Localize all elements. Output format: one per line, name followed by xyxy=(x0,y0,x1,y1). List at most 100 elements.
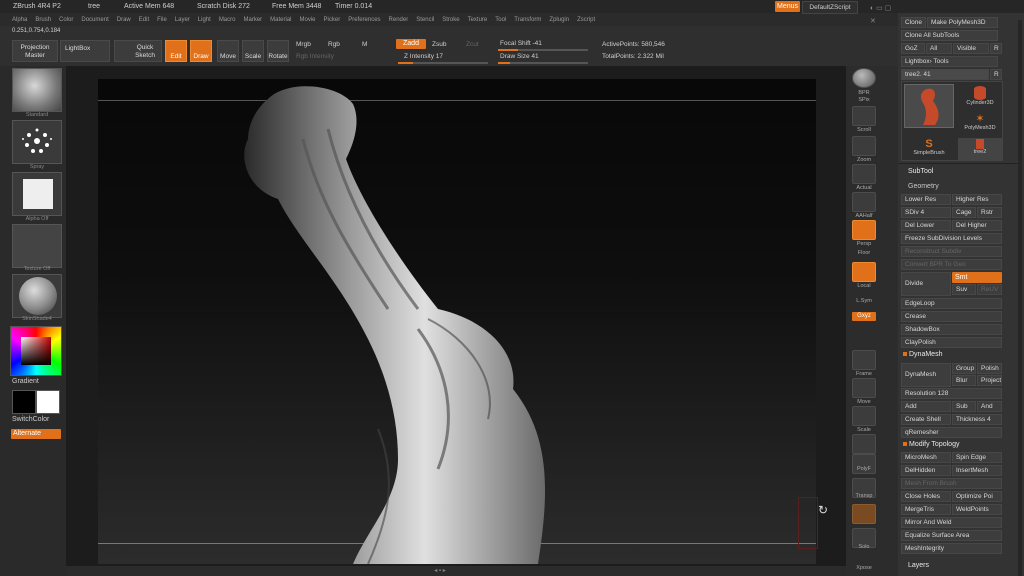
z-intensity-slider[interactable]: Z Intensity 17 xyxy=(404,53,443,60)
delhidden-button[interactable]: DelHidden xyxy=(901,465,951,476)
create-shell-button[interactable]: Create Shell xyxy=(901,414,951,425)
switch-color-button[interactable]: SwitchColor xyxy=(12,416,49,423)
stroke-thumbnail[interactable] xyxy=(12,120,62,164)
tool-item[interactable]: ✶ PolyMesh3D xyxy=(958,114,1002,136)
rgb-button[interactable]: Rgb xyxy=(328,41,340,48)
persp-button[interactable] xyxy=(852,220,876,240)
meshintegrity-button[interactable]: MeshIntegrity xyxy=(901,543,1002,554)
thickness-slider[interactable]: Thickness 4 xyxy=(952,414,1002,425)
aahalf-button[interactable] xyxy=(852,192,876,212)
menu-marker[interactable]: Marker xyxy=(243,17,262,23)
rstr-button[interactable]: Rstr xyxy=(977,207,1002,218)
reuv-button[interactable]: ReUV xyxy=(977,284,1002,295)
menu-document[interactable]: Document xyxy=(81,17,108,23)
current-tool-slider[interactable]: tree2. 41 xyxy=(901,69,989,80)
modify-topology-header[interactable]: Modify Topology xyxy=(903,441,959,448)
zsub-button[interactable]: Zsub xyxy=(432,41,446,48)
make-polymesh-button[interactable]: Make PolyMesh3D xyxy=(927,17,998,28)
menu-movie[interactable]: Movie xyxy=(300,17,316,23)
primary-color-swatch[interactable] xyxy=(12,390,36,414)
rotate-button[interactable] xyxy=(852,434,876,454)
actual-button[interactable] xyxy=(852,164,876,184)
group-toggle[interactable]: Group xyxy=(952,363,976,374)
higher-res-button[interactable]: Higher Res xyxy=(952,194,1002,205)
ghost-button[interactable] xyxy=(852,504,876,524)
focal-shift-slider[interactable]: Focal Shift -41 xyxy=(500,40,542,47)
menu-edit[interactable]: Edit xyxy=(139,17,149,23)
texture-thumbnail[interactable] xyxy=(12,224,62,268)
scale-button[interactable] xyxy=(852,406,876,426)
geometry-header[interactable]: Geometry xyxy=(908,183,939,190)
lightbox-tools-button[interactable]: Lightbox› Tools xyxy=(901,56,998,67)
edit-mode-button[interactable]: Edit xyxy=(165,40,187,62)
xpose-label[interactable]: Xpose xyxy=(846,565,882,571)
mesh-from-brush-button[interactable]: Mesh From Brush xyxy=(901,478,1002,489)
close-holes-button[interactable]: Close Holes xyxy=(901,491,951,502)
menu-macro[interactable]: Macro xyxy=(219,17,236,23)
mergetris-button[interactable]: MergeTris xyxy=(901,504,951,515)
visible-button[interactable]: Visible xyxy=(953,43,989,54)
bottom-tray-handle[interactable]: ◂ ▪ ▸ xyxy=(400,567,480,576)
smt-toggle[interactable]: Smt xyxy=(952,272,1002,283)
menu-material[interactable]: Material xyxy=(270,17,291,23)
menu-preferences[interactable]: Preferences xyxy=(348,17,380,23)
edgeloop-button[interactable]: EdgeLoop xyxy=(901,298,1002,309)
menu-alpha[interactable]: Alpha xyxy=(12,17,27,23)
alternate-button[interactable]: Alternate xyxy=(11,429,61,439)
menu-tool[interactable]: Tool xyxy=(495,17,506,23)
subtool-header[interactable]: SubTool xyxy=(908,168,933,175)
draw-size-track[interactable] xyxy=(498,62,588,64)
menu-draw[interactable]: Draw xyxy=(117,17,131,23)
secondary-color-swatch[interactable] xyxy=(36,390,60,414)
sub-button[interactable]: Sub xyxy=(952,401,976,412)
projection-master-button[interactable]: Projection Master xyxy=(12,40,58,62)
frame-button[interactable] xyxy=(852,350,876,370)
optimize-points-button[interactable]: Optimize Poi xyxy=(952,491,1002,502)
alpha-thumbnail[interactable] xyxy=(12,172,62,216)
document-canvas[interactable]: ↻ xyxy=(98,79,828,564)
local-button[interactable] xyxy=(852,262,876,282)
scale-mode-button[interactable]: Scale xyxy=(242,40,264,62)
clone-button[interactable]: Clone xyxy=(901,17,926,28)
cage-button[interactable]: Cage xyxy=(952,207,976,218)
m-button[interactable]: M xyxy=(362,41,367,48)
crease-button[interactable]: Crease xyxy=(901,311,1002,322)
reconstruct-subdiv-button[interactable]: Reconstruct Subdiv xyxy=(901,246,1002,257)
goz-button[interactable]: GoZ xyxy=(901,43,925,54)
r-button[interactable]: R xyxy=(990,43,1002,54)
menu-zplugin[interactable]: Zplugin xyxy=(549,17,569,23)
project-toggle[interactable]: Project xyxy=(977,375,1002,386)
menu-file[interactable]: File xyxy=(157,17,167,23)
and-button[interactable]: And xyxy=(977,401,1002,412)
refresh-icon[interactable]: ↻ xyxy=(818,503,828,517)
tool-item[interactable] xyxy=(904,84,954,128)
rotate-mode-button[interactable]: Rotate xyxy=(267,40,289,62)
claypolish-button[interactable]: ClayPolish xyxy=(901,337,1002,348)
mirror-and-weld-button[interactable]: Mirror And Weld xyxy=(901,517,1002,528)
qremesher-button[interactable]: qRemesher xyxy=(901,427,1002,438)
freeze-subdivision-button[interactable]: Freeze SubDivision Levels xyxy=(901,233,1002,244)
menu-stencil[interactable]: Stencil xyxy=(416,17,434,23)
all-button[interactable]: All xyxy=(926,43,952,54)
gradient-label[interactable]: Gradient xyxy=(12,378,39,385)
menu-zscript[interactable]: Zscript xyxy=(577,17,595,23)
color-picker[interactable] xyxy=(10,326,62,376)
micromesh-button[interactable]: MicroMesh xyxy=(901,452,951,463)
equalize-surface-area-button[interactable]: Equalize Surface Area xyxy=(901,530,1002,541)
polish-toggle[interactable]: Polish xyxy=(977,363,1002,374)
color-picker-square[interactable] xyxy=(21,337,51,365)
focal-shift-track[interactable] xyxy=(498,49,588,51)
divide-button[interactable]: Divide xyxy=(901,272,951,296)
sculpted-tree-model[interactable] xyxy=(98,79,816,564)
floor-label[interactable]: Floor xyxy=(846,250,882,256)
menu-layer[interactable]: Layer xyxy=(175,17,190,23)
bpr-render-button[interactable] xyxy=(852,68,876,88)
dynamesh-button[interactable]: DynaMesh xyxy=(901,363,951,387)
blur-slider[interactable]: Blur xyxy=(952,375,976,386)
lsym-label[interactable]: L.Sym xyxy=(846,298,882,304)
tool-item[interactable]: S SimpleBrush xyxy=(904,138,954,160)
material-thumbnail[interactable] xyxy=(12,274,62,318)
menu-picker[interactable]: Picker xyxy=(324,17,341,23)
move-mode-button[interactable]: Move xyxy=(217,40,239,62)
default-zscript-button[interactable]: DefaultZScript xyxy=(802,1,858,14)
